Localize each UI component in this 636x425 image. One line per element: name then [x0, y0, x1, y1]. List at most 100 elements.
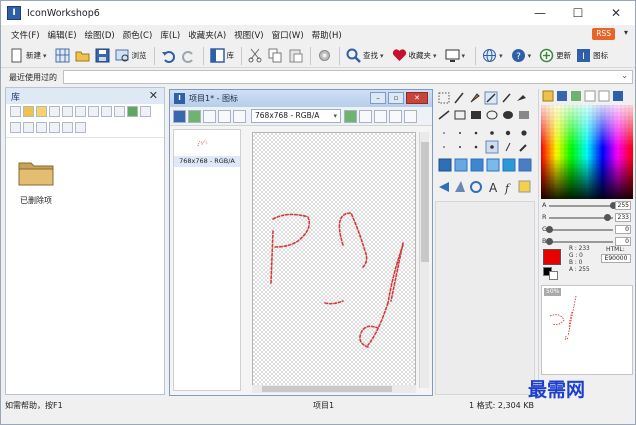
slider-track[interactable] — [549, 217, 613, 219]
find-button[interactable]: 查找 ▾ — [344, 45, 389, 67]
chevron-down-icon[interactable]: ⌄ — [621, 71, 628, 80]
format-icon[interactable] — [233, 109, 246, 123]
minimize-button[interactable]: — — [521, 1, 559, 25]
library-tool-button[interactable] — [49, 106, 60, 117]
menu-draw[interactable]: 绘图(D) — [85, 29, 115, 41]
maximize-button[interactable]: ☐ — [559, 1, 597, 25]
library-tool-button[interactable] — [140, 106, 151, 117]
slider-value[interactable]: 0 — [615, 237, 631, 246]
paste-button[interactable] — [286, 45, 305, 67]
library-tool-button[interactable] — [23, 106, 34, 117]
slider-knob[interactable] — [546, 226, 553, 233]
preview-icon[interactable] — [389, 109, 402, 123]
save-button[interactable] — [93, 45, 112, 67]
html-color-field[interactable]: E90000 — [601, 254, 631, 263]
open-button[interactable] — [73, 45, 92, 67]
canvas-vertical-scrollbar[interactable] — [419, 132, 429, 388]
slider-track[interactable] — [549, 241, 613, 243]
project-close-button[interactable]: ✕ — [406, 92, 428, 104]
menu-edit[interactable]: 编辑(E) — [48, 29, 77, 41]
monitor-button[interactable]: ▾ — [443, 45, 471, 67]
menu-window[interactable]: 窗口(W) — [272, 29, 304, 41]
library-tool-button[interactable] — [36, 106, 47, 117]
library-tool-button[interactable] — [10, 106, 21, 117]
save-icon[interactable] — [173, 109, 186, 123]
chevron-down-icon[interactable]: ▾ — [433, 52, 437, 60]
library-tool-button[interactable] — [23, 121, 34, 133]
format-list-item[interactable]: 768x768 - RGB/A — [174, 156, 240, 167]
new-button[interactable]: 新建 ▾ — [7, 45, 52, 67]
chevron-down-icon[interactable]: ▾ — [528, 52, 532, 60]
slider-value[interactable]: 233 — [615, 213, 631, 222]
slider-track[interactable] — [549, 205, 613, 207]
recent-combobox[interactable]: ⌄ — [63, 70, 633, 84]
chevron-down-icon[interactable]: ▾ — [624, 28, 628, 37]
image-icon[interactable] — [218, 109, 231, 123]
library-tool-button[interactable] — [62, 121, 73, 133]
menu-view[interactable]: 视图(V) — [234, 29, 263, 41]
color-spectrum[interactable] — [541, 105, 633, 199]
library-tool-button[interactable] — [114, 106, 125, 117]
icon-button[interactable]: I 图标 — [574, 45, 610, 67]
scrollbar-thumb[interactable] — [262, 386, 392, 392]
edit-format-icon[interactable] — [359, 109, 372, 123]
help-button[interactable]: ? ▾ — [509, 45, 537, 67]
slider-value[interactable]: 0 — [615, 225, 631, 234]
folder-label[interactable]: 已删除项 — [20, 195, 52, 206]
menu-color[interactable]: 颜色(C) — [123, 29, 153, 41]
color-slider-a[interactable]: A 255 — [541, 201, 633, 211]
web-button[interactable]: ▾ — [480, 45, 508, 67]
project-maximize-button[interactable]: ▫ — [388, 92, 404, 104]
menu-favorites[interactable]: 收藏夹(A) — [188, 29, 226, 41]
chevron-down-icon[interactable]: ▾ — [43, 52, 47, 60]
library-button[interactable]: 库 — [208, 45, 237, 67]
add-format-icon[interactable] — [344, 109, 357, 123]
rss-badge[interactable]: RSS — [592, 28, 615, 40]
library-tool-button[interactable] — [127, 106, 138, 117]
update-button[interactable]: 更新 — [537, 45, 573, 67]
library-tool-button[interactable] — [49, 121, 60, 133]
project-minimize-button[interactable]: – — [370, 92, 386, 104]
background-color-swatch[interactable] — [549, 271, 558, 280]
format-select[interactable]: 768x768 - RGB/A ▾ — [251, 109, 341, 123]
menu-help[interactable]: 帮助(H) — [312, 29, 342, 41]
test-icon[interactable] — [374, 109, 387, 123]
settings-button[interactable] — [315, 45, 334, 67]
color-slider-r[interactable]: R 233 — [541, 213, 633, 223]
library-tool-button[interactable] — [36, 121, 47, 133]
library-tool-button[interactable] — [10, 121, 21, 133]
chevron-down-icon[interactable]: ▾ — [380, 52, 384, 60]
copy-button[interactable] — [266, 45, 285, 67]
format-thumbnail[interactable] — [194, 134, 216, 152]
favorites-button[interactable]: 收藏夹 ▾ — [390, 45, 442, 67]
drawing-canvas[interactable] — [252, 132, 416, 388]
chevron-down-icon[interactable]: ▾ — [499, 52, 503, 60]
library-tool-button[interactable] — [101, 106, 112, 117]
close-icon[interactable]: ✕ — [149, 89, 158, 102]
menu-library[interactable]: 库(L) — [160, 29, 180, 41]
options-icon[interactable] — [404, 109, 417, 123]
library-tool-button[interactable] — [88, 106, 99, 117]
slider-value[interactable]: 255 — [615, 201, 631, 210]
browse-button[interactable]: 浏览 — [113, 45, 149, 67]
scrollbar-thumb[interactable] — [421, 142, 429, 262]
chevron-down-icon[interactable]: ▾ — [462, 52, 466, 60]
primary-color-swatch[interactable] — [543, 249, 561, 265]
slider-knob[interactable] — [546, 238, 553, 245]
undo-button[interactable] — [159, 45, 178, 67]
cut-button[interactable] — [246, 45, 265, 67]
redo-button[interactable] — [179, 45, 198, 67]
grid-button[interactable] — [53, 45, 72, 67]
import-icon[interactable] — [203, 109, 216, 123]
color-slider-g[interactable]: G0 — [541, 225, 633, 235]
menu-file[interactable]: 文件(F) — [11, 29, 40, 41]
slider-track[interactable] — [549, 229, 613, 231]
library-tool-button[interactable] — [62, 106, 73, 117]
canvas-horizontal-scrollbar[interactable] — [252, 385, 416, 393]
library-tool-button[interactable] — [75, 121, 86, 133]
slider-knob[interactable] — [604, 214, 612, 221]
export-icon[interactable] — [188, 109, 201, 123]
library-tool-button[interactable] — [75, 106, 86, 117]
folder-icon[interactable] — [18, 158, 54, 186]
close-button[interactable]: ✕ — [597, 1, 635, 25]
